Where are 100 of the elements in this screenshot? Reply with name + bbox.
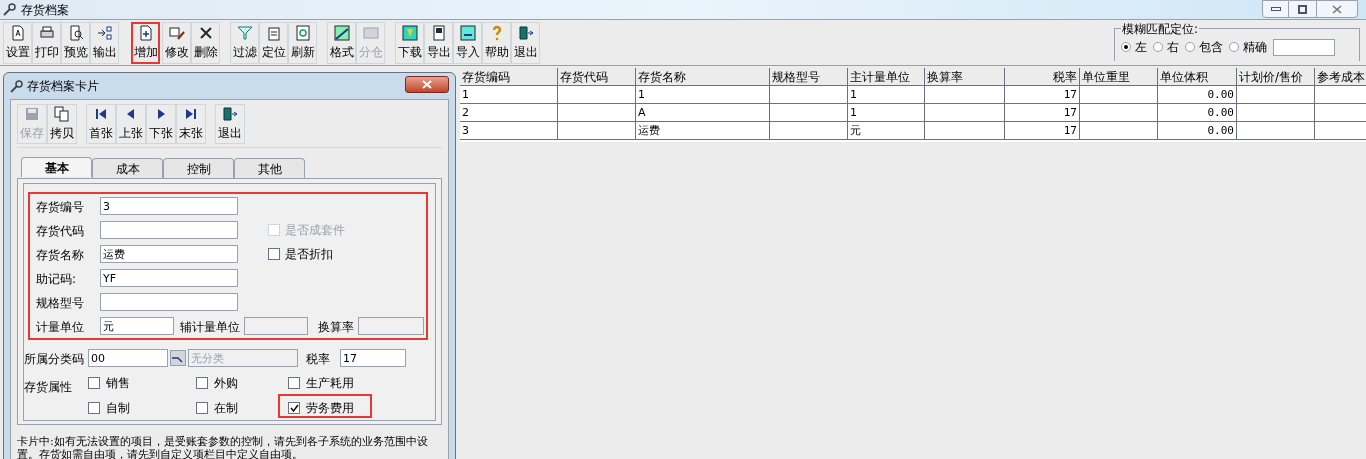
column-header[interactable]: 存货代码 xyxy=(558,68,636,86)
export-icon xyxy=(430,24,447,41)
toolbar-button[interactable]: 帮助 xyxy=(482,21,511,64)
download-icon xyxy=(401,24,418,41)
field-label: 存货属性 xyxy=(24,380,72,394)
toolbar-button[interactable]: 刷新 xyxy=(288,21,317,64)
field-label: 辅计量单位 xyxy=(180,320,240,334)
edit-icon xyxy=(168,24,185,41)
restore-button[interactable] xyxy=(1289,0,1316,18)
field-label: 存货代码 xyxy=(36,224,84,238)
column-header[interactable]: 单位重里 xyxy=(1080,68,1158,86)
tab[interactable]: 成本 xyxy=(92,158,163,178)
input-field[interactable] xyxy=(100,293,238,311)
toolbar-button[interactable]: 过滤 xyxy=(230,21,259,64)
field-label: 自制 xyxy=(106,400,130,417)
table-cell: 1 xyxy=(636,86,770,104)
tab[interactable]: 基本 xyxy=(21,157,92,177)
field-label: 是否折扣 xyxy=(285,246,333,263)
add-page-icon xyxy=(137,24,154,41)
toolbar-button[interactable]: 修改 xyxy=(162,21,191,64)
checkbox[interactable] xyxy=(88,402,100,414)
radio-button[interactable] xyxy=(1185,42,1195,52)
format-icon xyxy=(333,24,350,41)
toolbar-button[interactable]: 打印 xyxy=(32,21,61,64)
column-header[interactable]: 参考成本 xyxy=(1315,68,1366,86)
column-header[interactable]: 计划价/售价 xyxy=(1237,68,1315,86)
toolbar-button[interactable]: 设置 xyxy=(3,21,32,64)
input-field[interactable]: 17 xyxy=(340,349,406,367)
minimize-icon xyxy=(1270,7,1281,11)
toolbar-button[interactable]: 增加 xyxy=(131,21,160,64)
import-icon xyxy=(459,24,476,41)
checkbox[interactable] xyxy=(268,248,280,260)
printer-icon xyxy=(38,24,55,41)
checkbox[interactable] xyxy=(196,377,208,389)
table-cell: A xyxy=(636,104,770,122)
column-header[interactable]: 主计量单位 xyxy=(848,68,925,86)
input-field[interactable] xyxy=(244,317,308,335)
field-label: 销售 xyxy=(106,375,130,392)
column-header[interactable]: 规格型号 xyxy=(770,68,848,86)
toolbar-button[interactable]: 下张 xyxy=(146,103,176,144)
radio-button[interactable] xyxy=(1229,42,1239,52)
key-icon xyxy=(3,3,16,16)
input-field[interactable]: 运费 xyxy=(100,245,238,263)
toolbar-button[interactable]: 首张 xyxy=(86,103,116,144)
column-header[interactable]: 单位体积 xyxy=(1158,68,1237,86)
toolbar-button[interactable]: 删除 xyxy=(191,21,220,64)
field-label: 换算率 xyxy=(318,320,354,334)
field-label: 存货名称 xyxy=(36,248,84,262)
toolbar-button[interactable]: 输出 xyxy=(90,21,119,64)
toolbar-button[interactable]: 上张 xyxy=(116,103,146,144)
toolbar-button[interactable]: 退出 xyxy=(215,103,245,144)
toolbar-button[interactable]: 预览 xyxy=(61,21,90,64)
radio-option[interactable]: 精确 xyxy=(1229,38,1267,56)
split-icon xyxy=(362,24,379,41)
radio-option[interactable]: 包含 xyxy=(1185,38,1223,56)
radio-option[interactable]: 左 xyxy=(1121,38,1147,56)
tab[interactable]: 其他 xyxy=(234,158,305,178)
radio-option[interactable]: 右 xyxy=(1153,38,1179,56)
table-cell: 1 xyxy=(848,86,925,104)
close-button[interactable] xyxy=(405,76,449,93)
checkbox[interactable] xyxy=(288,402,300,414)
checkbox[interactable] xyxy=(88,377,100,389)
field-label: 助记码: xyxy=(36,272,77,286)
checkbox[interactable] xyxy=(196,402,208,414)
column-header[interactable]: 存货名称 xyxy=(636,68,770,86)
tab[interactable]: 控制 xyxy=(163,158,234,178)
radio-button[interactable] xyxy=(1153,42,1163,52)
field-label: 规格型号 xyxy=(36,296,84,310)
output-icon xyxy=(96,24,113,41)
input-field[interactable] xyxy=(358,317,424,335)
input-field[interactable]: YF xyxy=(100,269,238,287)
toolbar-button[interactable]: 定位 xyxy=(259,21,288,64)
toolbar-button[interactable]: 下载 xyxy=(395,21,424,64)
search-field[interactable] xyxy=(1273,38,1335,56)
copy-icon xyxy=(54,105,70,122)
checkbox[interactable] xyxy=(288,377,300,389)
table-cell: 运费 xyxy=(636,122,770,140)
input-field[interactable]: 元 xyxy=(100,317,174,335)
column-header[interactable]: 税率 xyxy=(1005,68,1080,86)
column-header[interactable]: 换算率 xyxy=(925,68,1005,86)
radio-button[interactable] xyxy=(1121,42,1131,52)
field-label: 外购 xyxy=(214,375,238,392)
restore-icon xyxy=(1298,4,1307,14)
column-header[interactable]: 存货编码 xyxy=(460,68,558,86)
preview-icon xyxy=(67,24,84,41)
exit-icon xyxy=(517,24,534,41)
toolbar-button[interactable]: 末张 xyxy=(176,103,206,144)
input-field[interactable]: 00 xyxy=(88,349,168,367)
field-label: 税率 xyxy=(306,352,330,366)
lookup-button[interactable] xyxy=(170,350,186,366)
toolbar-button[interactable]: 导出 xyxy=(424,21,453,64)
toolbar-button[interactable]: 格式 xyxy=(327,21,356,64)
minimize-button[interactable] xyxy=(1262,0,1289,18)
input-field[interactable] xyxy=(100,221,238,239)
toolbar-button[interactable]: 导入 xyxy=(453,21,482,64)
table-cell: 17 xyxy=(1005,104,1080,122)
field-label: 所属分类码 xyxy=(24,352,84,366)
input-field[interactable]: 3 xyxy=(100,197,238,215)
toolbar-button[interactable]: 拷贝 xyxy=(47,103,77,144)
toolbar-button[interactable]: 退出 xyxy=(511,21,540,64)
